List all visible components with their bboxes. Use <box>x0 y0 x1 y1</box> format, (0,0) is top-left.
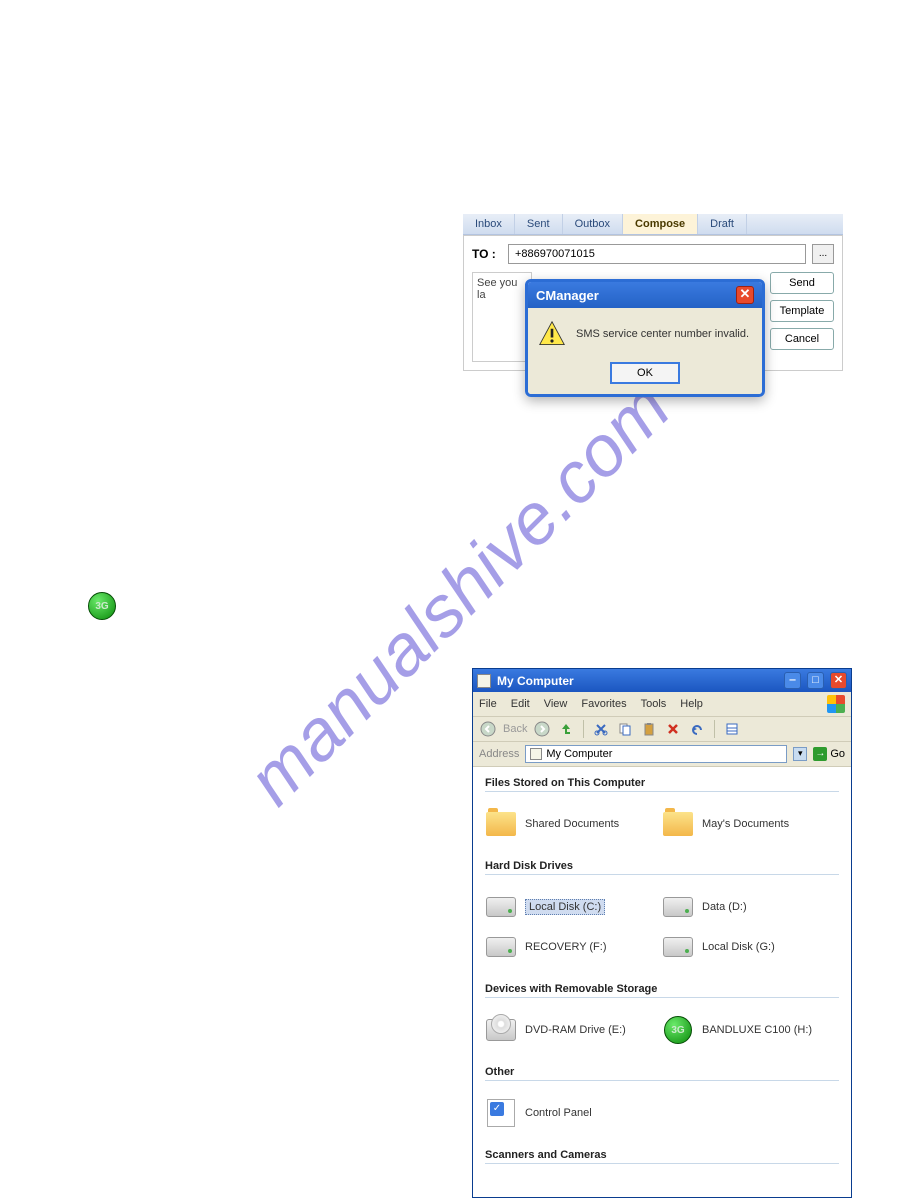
to-input[interactable]: +886970071015 <box>508 244 806 264</box>
contacts-button[interactable]: ... <box>812 244 834 264</box>
warning-icon <box>538 320 566 348</box>
delete-icon[interactable] <box>664 720 682 738</box>
section-files-stored: Files Stored on This Computer <box>485 777 839 792</box>
inline-3g-icon: 3G <box>88 592 116 620</box>
copy-icon[interactable] <box>616 720 634 738</box>
tab-draft[interactable]: Draft <box>698 214 747 234</box>
menu-view[interactable]: View <box>544 698 568 710</box>
address-value: My Computer <box>546 748 612 760</box>
item-control-panel[interactable]: Control Panel <box>485 1093 662 1133</box>
3g-icon: 3G <box>664 1016 692 1044</box>
item-local-disk-g[interactable]: Local Disk (G:) <box>662 927 839 967</box>
drive-icon <box>486 897 516 917</box>
window-title: My Computer <box>497 674 778 688</box>
folder-icon <box>486 812 516 836</box>
section-other: Other <box>485 1066 839 1081</box>
maximize-button[interactable]: □ <box>807 672 824 689</box>
section-scanners: Scanners and Cameras <box>485 1149 839 1164</box>
views-icon[interactable] <box>723 720 741 738</box>
template-button[interactable]: Template <box>770 300 834 322</box>
item-label: DVD-RAM Drive (E:) <box>525 1024 626 1036</box>
item-recovery-f[interactable]: RECOVERY (F:) <box>485 927 662 967</box>
back-button[interactable] <box>479 720 497 738</box>
cancel-button[interactable]: Cancel <box>770 328 834 350</box>
undo-icon[interactable] <box>688 720 706 738</box>
cut-icon[interactable] <box>592 720 610 738</box>
item-dvd-ram[interactable]: DVD-RAM Drive (E:) <box>485 1010 662 1050</box>
back-label: Back <box>503 723 527 735</box>
tab-bar: Inbox Sent Outbox Compose Draft <box>463 214 843 235</box>
item-label: BANDLUXE C100 (H:) <box>702 1024 812 1036</box>
menu-file[interactable]: File <box>479 698 497 710</box>
minimize-button[interactable]: ‒ <box>784 672 801 689</box>
item-local-disk-c[interactable]: Local Disk (C:) <box>485 887 662 927</box>
send-button[interactable]: Send <box>770 272 834 294</box>
go-button[interactable]: → Go <box>813 747 845 761</box>
to-label: TO : <box>472 247 502 261</box>
close-icon[interactable]: ✕ <box>736 286 754 304</box>
address-input[interactable]: My Computer <box>525 745 787 763</box>
menu-favorites[interactable]: Favorites <box>581 698 626 710</box>
item-bandluxe[interactable]: 3G BANDLUXE C100 (H:) <box>662 1010 839 1050</box>
go-icon: → <box>813 747 827 761</box>
address-dropdown-icon[interactable]: ▾ <box>793 747 807 761</box>
tab-inbox[interactable]: Inbox <box>463 214 515 234</box>
drive-icon <box>663 937 693 957</box>
item-label: RECOVERY (F:) <box>525 941 607 953</box>
paste-icon[interactable] <box>640 720 658 738</box>
tab-outbox[interactable]: Outbox <box>563 214 623 234</box>
item-label: Local Disk (G:) <box>702 941 775 953</box>
menu-tools[interactable]: Tools <box>641 698 667 710</box>
item-label: May's Documents <box>702 818 789 830</box>
item-data-d[interactable]: Data (D:) <box>662 887 839 927</box>
dialog-message: SMS service center number invalid. <box>576 328 749 340</box>
3g-icon: 3G <box>88 592 116 620</box>
tab-sent[interactable]: Sent <box>515 214 563 234</box>
item-label: Local Disk (C:) <box>525 899 605 915</box>
item-label: Control Panel <box>525 1107 592 1119</box>
folder-icon <box>663 812 693 836</box>
address-icon <box>530 748 542 760</box>
menu-edit[interactable]: Edit <box>511 698 530 710</box>
dvd-icon <box>486 1019 516 1041</box>
tab-compose[interactable]: Compose <box>623 214 698 234</box>
control-panel-icon <box>487 1099 515 1127</box>
message-textarea[interactable]: See you la <box>472 272 532 362</box>
ok-button[interactable]: OK <box>610 362 680 384</box>
item-label: Data (D:) <box>702 901 747 913</box>
item-label: Shared Documents <box>525 818 619 830</box>
up-button[interactable] <box>557 720 575 738</box>
section-hard-disk: Hard Disk Drives <box>485 860 839 875</box>
dialog-title: CManager <box>536 288 599 303</box>
item-shared-documents[interactable]: Shared Documents <box>485 804 662 844</box>
drive-icon <box>663 897 693 917</box>
my-computer-icon <box>477 674 491 688</box>
forward-button[interactable] <box>533 720 551 738</box>
cmanager-dialog: CManager ✕ SMS service center number inv… <box>525 279 765 397</box>
menu-bar: File Edit View Favorites Tools Help <box>473 692 851 717</box>
toolbar: Back <box>473 717 851 742</box>
go-label: Go <box>830 748 845 760</box>
my-computer-window: My Computer ‒ □ ✕ File Edit View Favorit… <box>472 668 852 1198</box>
address-label: Address <box>479 748 519 760</box>
drive-icon <box>486 937 516 957</box>
windows-logo-icon <box>827 695 845 713</box>
section-removable: Devices with Removable Storage <box>485 983 839 998</box>
menu-help[interactable]: Help <box>680 698 703 710</box>
close-button[interactable]: ✕ <box>830 672 847 689</box>
item-mays-documents[interactable]: May's Documents <box>662 804 839 844</box>
